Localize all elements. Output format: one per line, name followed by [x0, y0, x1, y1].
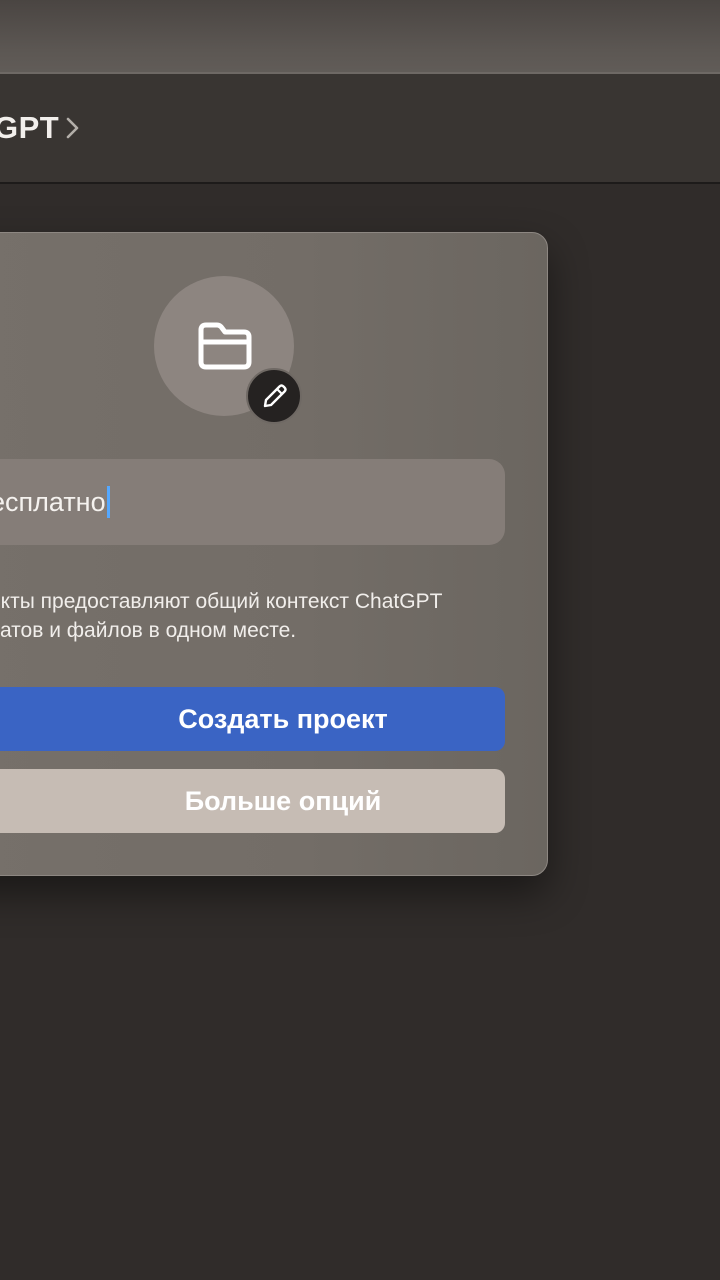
more-options-button[interactable]: Больше опций [0, 769, 505, 833]
project-name-input[interactable]: есплатно [0, 459, 505, 545]
top-strip [0, 0, 720, 74]
chevron-right-icon[interactable] [64, 114, 82, 142]
project-name-text: есплатно [0, 487, 106, 517]
header-bar: GPT [0, 74, 720, 184]
edit-avatar-button[interactable] [246, 368, 302, 424]
text-caret [106, 485, 110, 518]
pencil-icon [263, 384, 287, 408]
create-project-dialog: есплатно екты предоставляют общий контек… [0, 232, 548, 876]
project-name-value: есплатно [0, 485, 110, 520]
screen: GPT есплатно екты предоставляют общий ко… [0, 0, 720, 1280]
header-title[interactable]: GPT [0, 110, 59, 146]
create-project-button[interactable]: Создать проект [0, 687, 505, 751]
project-description: екты предоставляют общий контекст ChatGP… [0, 590, 443, 642]
folder-icon [198, 322, 252, 370]
